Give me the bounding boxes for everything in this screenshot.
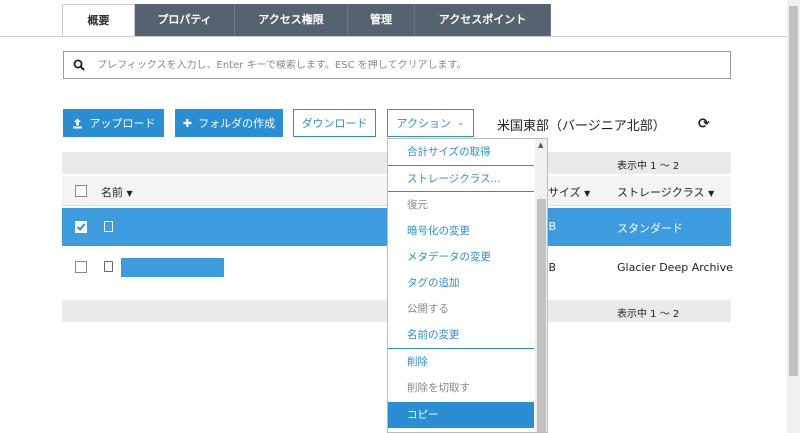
- column-name-label: 名前: [101, 186, 123, 199]
- tab-management[interactable]: 管理: [348, 4, 415, 36]
- tab-permissions[interactable]: アクセス権限: [235, 4, 348, 36]
- column-header-name[interactable]: 名前 ▼: [101, 184, 133, 200]
- menu-item-delete[interactable]: 削除: [388, 349, 534, 375]
- redacted-filename: [121, 258, 224, 277]
- column-header-size[interactable]: サイズ ▼: [548, 184, 590, 200]
- row-checkbox[interactable]: [75, 261, 87, 273]
- upload-label: アップロード: [89, 117, 156, 130]
- actions-dropdown[interactable]: アクション ⌄: [387, 109, 474, 137]
- row-checkbox-checked[interactable]: [75, 221, 87, 233]
- create-folder-button[interactable]: ✚ フォルダの作成: [175, 109, 283, 137]
- chevron-down-icon: ⌄: [456, 118, 465, 128]
- menu-item-restore: 復元: [407, 199, 428, 211]
- menu-item-rename[interactable]: 名前の変更: [388, 322, 534, 348]
- scroll-up-icon[interactable]: ▲: [538, 141, 543, 149]
- sort-down-icon: ▼: [708, 189, 715, 198]
- select-all-checkbox[interactable]: [75, 185, 87, 197]
- search-box: [63, 51, 731, 79]
- menu-scrollbar-thumb[interactable]: [537, 199, 546, 432]
- column-header-storage-class[interactable]: ストレージクラス ▼: [617, 184, 714, 200]
- sort-down-icon: ▼: [126, 189, 133, 198]
- menu-item-get-total-size[interactable]: 合計サイズの取得: [388, 139, 534, 165]
- search-icon: [73, 59, 85, 71]
- plus-icon: ✚: [182, 116, 193, 130]
- menu-item-copy[interactable]: コピー: [388, 402, 534, 428]
- row-storage-class: Glacier Deep Archive: [617, 261, 733, 274]
- refresh-icon[interactable]: ⟳: [698, 116, 710, 132]
- menu-item-change-encryption[interactable]: 暗号化の変更: [388, 218, 534, 244]
- menu-item-add-tags[interactable]: タグの追加: [388, 270, 534, 296]
- menu-item-undo-delete: 削除を切取す: [407, 382, 470, 394]
- showing-count-bottom: 表示中 1 ～ 2: [617, 309, 680, 320]
- tab-overview[interactable]: 概要: [62, 4, 135, 37]
- create-folder-label: フォルダの作成: [198, 117, 276, 130]
- tab-divider: [0, 36, 800, 37]
- tab-properties[interactable]: プロパティ: [135, 4, 235, 36]
- file-icon: [104, 261, 113, 272]
- menu-item-storage-class[interactable]: ストレージクラス...: [388, 166, 534, 192]
- search-input[interactable]: [97, 59, 717, 71]
- region-label: 米国東部（バージニア北部）: [497, 119, 666, 134]
- download-label: ダウンロード: [301, 117, 368, 130]
- actions-label: アクション: [396, 117, 451, 130]
- column-size-label: サイズ: [548, 186, 581, 199]
- page-scrollbar-thumb[interactable]: [789, 6, 798, 376]
- tab-bar: 概要 プロパティ アクセス権限 管理 アクセスポイント: [62, 4, 551, 37]
- checkmark-icon: [76, 223, 86, 231]
- menu-scrollbar[interactable]: ▲: [535, 139, 547, 432]
- menu-item-change-metadata[interactable]: メタデータの変更: [388, 244, 534, 270]
- page-scrollbar[interactable]: [787, 0, 800, 433]
- showing-count-top: 表示中 1 ～ 2: [617, 161, 680, 172]
- download-button[interactable]: ダウンロード: [293, 109, 376, 137]
- column-storage-label: ストレージクラス: [617, 186, 705, 199]
- row-storage-class: スタンダード: [617, 222, 683, 235]
- file-icon: [104, 221, 113, 232]
- menu-item-make-public: 公開する: [407, 303, 449, 315]
- upload-button[interactable]: アップロード: [63, 109, 164, 137]
- tab-access-points[interactable]: アクセスポイント: [415, 4, 551, 36]
- sort-down-icon: ▼: [584, 189, 591, 198]
- upload-icon: [72, 118, 82, 128]
- actions-menu: 合計サイズの取得 ストレージクラス... 復元 暗号化の変更 メタデータの変更 …: [387, 138, 548, 433]
